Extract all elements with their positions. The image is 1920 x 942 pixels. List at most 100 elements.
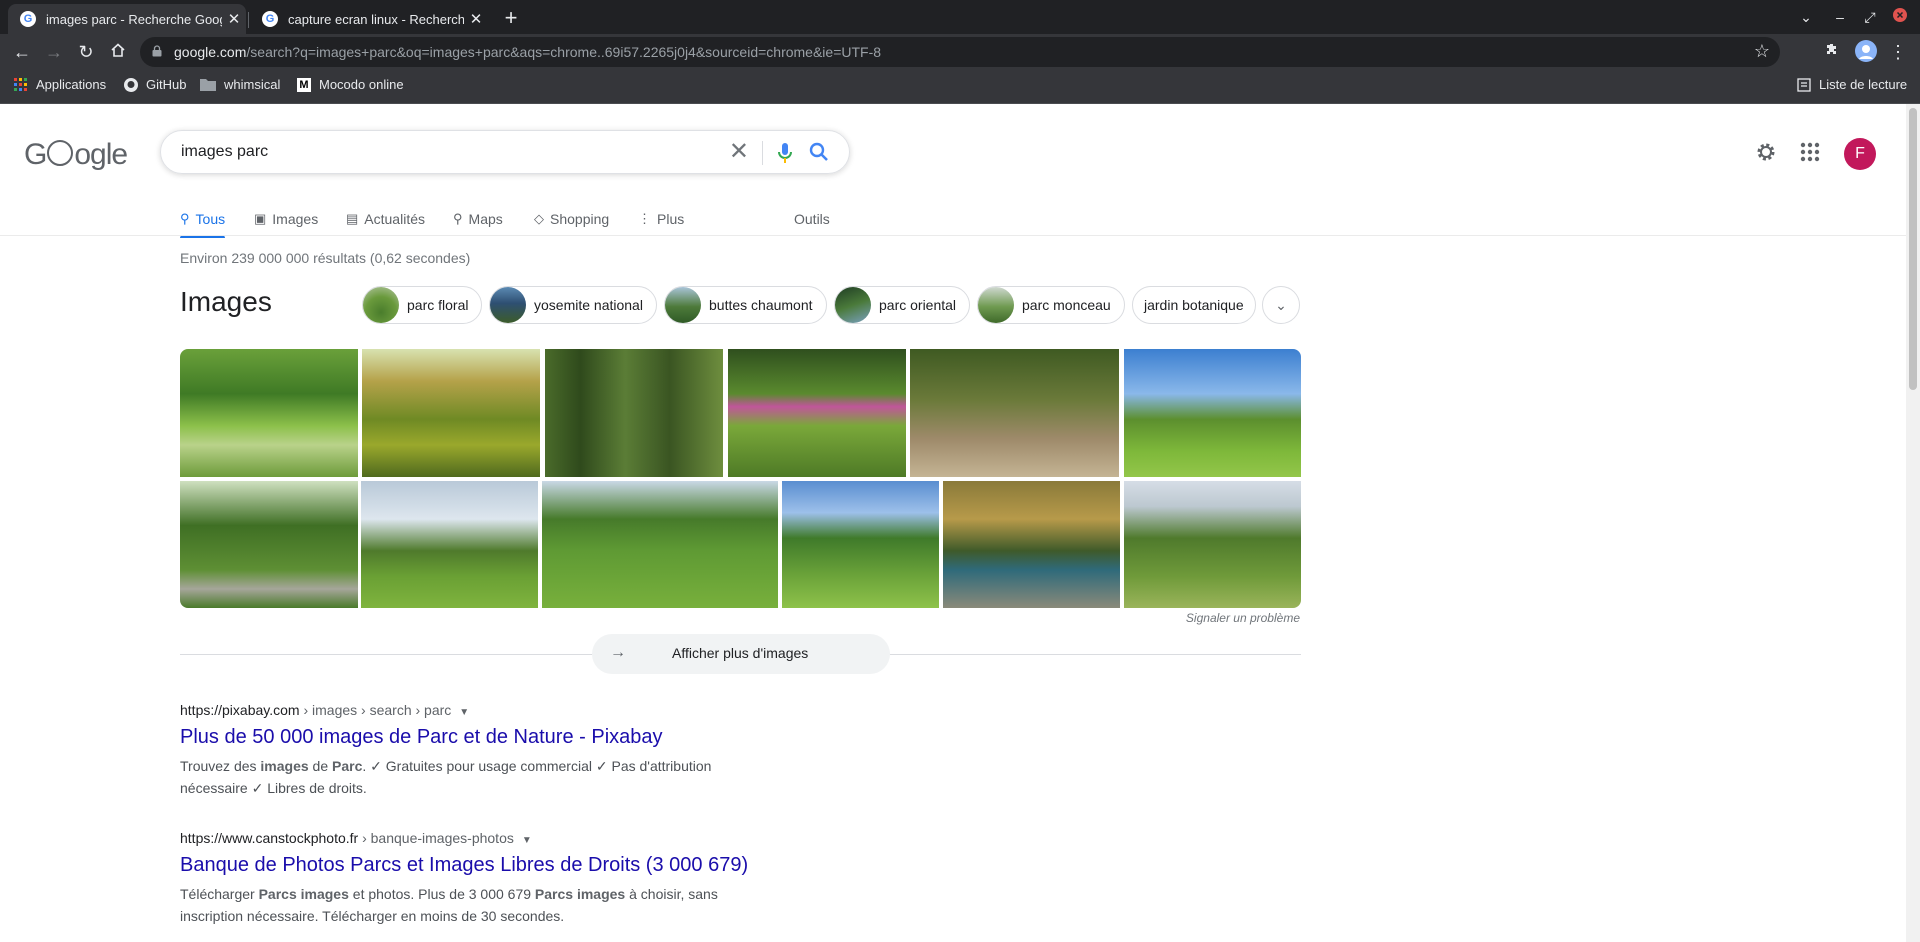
image-result-1[interactable] xyxy=(180,349,358,477)
image-result-3[interactable] xyxy=(545,349,723,477)
image-result-10[interactable] xyxy=(782,481,939,608)
reload-icon[interactable]: ↻ xyxy=(74,40,98,64)
caret-down-icon[interactable]: ▼ xyxy=(459,707,469,718)
bookmark-label: GitHub xyxy=(146,77,187,92)
microphone-icon[interactable] xyxy=(777,142,793,164)
tab-all[interactable]: ⚲ Tous xyxy=(180,204,226,238)
chip-jardin-botanique[interactable]: jardin botanique xyxy=(1132,286,1256,324)
search-result: https://pixabay.com › images › search › … xyxy=(180,702,780,799)
bookmark-mocodo[interactable]: M Mocodo online xyxy=(297,77,404,92)
search-icon: ⚲ xyxy=(180,211,190,226)
caret-down-icon[interactable]: ▼ xyxy=(522,835,532,846)
map-pin-icon: ⚲ xyxy=(453,211,463,226)
forward-icon[interactable]: → xyxy=(42,40,66,64)
result-url[interactable]: https://www.canstockphoto.fr › banque-im… xyxy=(180,830,780,846)
apps-grid-icon xyxy=(14,77,27,91)
search-box[interactable]: images parc ✕ xyxy=(160,130,850,174)
page-scrollbar[interactable] xyxy=(1906,104,1920,942)
chip-parc-oriental[interactable]: parc oriental xyxy=(834,286,971,324)
chip-thumbnail xyxy=(978,287,1014,323)
folder-icon xyxy=(200,79,216,91)
show-more-images-button[interactable]: → Afficher plus d'images xyxy=(592,634,890,674)
image-result-11[interactable] xyxy=(943,481,1120,608)
chip-buttes-chaumont[interactable]: buttes chaumont xyxy=(664,286,827,324)
result-snippet: Télécharger Parcs images et photos. Plus… xyxy=(180,886,718,924)
address-url: google.com/search?q=images+parc&oq=image… xyxy=(174,44,882,60)
account-avatar[interactable]: F xyxy=(1844,138,1876,170)
tab-divider xyxy=(248,12,249,28)
bookmark-star-icon[interactable]: ☆ xyxy=(1754,41,1770,62)
news-icon: ▤ xyxy=(346,211,359,226)
tab-shopping[interactable]: ◇ Shopping xyxy=(534,204,609,234)
chip-parc-monceau[interactable]: parc monceau xyxy=(977,286,1125,324)
search-input[interactable]: images parc xyxy=(181,143,268,161)
tab-maps[interactable]: ⚲ Maps xyxy=(453,204,503,234)
back-icon[interactable]: ← xyxy=(10,40,34,64)
nav-divider xyxy=(0,235,1906,236)
tab-title: images parc - Recherche Google xyxy=(46,11,222,27)
bookmark-applications[interactable]: Applications xyxy=(14,77,106,92)
image-result-8[interactable] xyxy=(361,481,538,608)
image-result-7[interactable] xyxy=(180,481,358,608)
image-result-5[interactable] xyxy=(910,349,1119,477)
home-icon[interactable] xyxy=(106,40,130,64)
google-favicon-icon: G xyxy=(262,11,278,27)
address-bar[interactable]: google.com/search?q=images+parc&oq=image… xyxy=(140,37,1780,67)
restore-icon[interactable]: ⤢ xyxy=(1859,6,1881,28)
search-icon[interactable] xyxy=(809,142,829,162)
result-title-link[interactable]: Plus de 50 000 images de Parc et de Natu… xyxy=(180,726,780,749)
chip-thumbnail xyxy=(490,287,526,323)
image-result-4[interactable] xyxy=(728,349,906,477)
chip-parc-floral[interactable]: parc floral xyxy=(362,286,483,324)
minimize-icon[interactable]: – xyxy=(1829,6,1851,28)
scrollbar-thumb[interactable] xyxy=(1909,108,1917,390)
tools-button[interactable]: Outils xyxy=(794,204,830,234)
close-tab-icon[interactable]: ✕ xyxy=(222,10,246,28)
result-url[interactable]: https://pixabay.com › images › search › … xyxy=(180,702,780,718)
images-section-heading: Images xyxy=(180,286,272,317)
report-problem-link[interactable]: Signaler un problème xyxy=(1186,611,1300,625)
bookmark-whimsical[interactable]: whimsical xyxy=(200,77,280,92)
tab-more[interactable]: ⋮ Plus xyxy=(638,204,684,234)
settings-gear-icon[interactable] xyxy=(1754,140,1778,164)
clear-search-icon[interactable]: ✕ xyxy=(729,140,749,164)
result-stats: Environ 239 000 000 résultats (0,62 seco… xyxy=(180,250,471,266)
arrow-right-icon: → xyxy=(610,644,626,661)
bookmark-label: Mocodo online xyxy=(319,77,404,92)
github-icon xyxy=(124,77,138,92)
reading-list-icon xyxy=(1797,77,1811,92)
chip-thumbnail xyxy=(835,287,871,323)
browser-tab[interactable]: G capture ecran linux - Recherche Google… xyxy=(250,4,488,34)
tab-strip: G images parc - Recherche Google ✕ G cap… xyxy=(0,0,1920,34)
browser-tab-active[interactable]: G images parc - Recherche Google ✕ xyxy=(8,4,246,34)
image-result-6[interactable] xyxy=(1124,349,1301,477)
tab-images[interactable]: ▣ Images xyxy=(254,204,318,234)
bookmarks-bar: Applications GitHub whimsical M Mocodo o… xyxy=(0,70,1920,104)
google-doodle-logo[interactable]: Gogle xyxy=(24,138,128,172)
chip-thumbnail xyxy=(665,287,701,323)
result-title-link[interactable]: Banque de Photos Parcs et Images Libres … xyxy=(180,854,780,877)
show-more-images-label: Afficher plus d'images xyxy=(672,645,809,661)
google-apps-icon[interactable] xyxy=(1800,142,1820,162)
tab-search-icon[interactable]: ⌄ xyxy=(1795,6,1817,28)
browser-toolbar: ← → ↻ google.com/search?q=images+parc&oq… xyxy=(0,34,1920,70)
mocodo-logo-icon: M xyxy=(297,77,311,92)
extensions-icon[interactable] xyxy=(1820,40,1844,64)
chip-yosemite-national[interactable]: yosemite national xyxy=(489,286,657,324)
image-result-2[interactable] xyxy=(362,349,540,477)
new-tab-button[interactable]: + xyxy=(498,5,524,31)
bookmark-github[interactable]: GitHub xyxy=(124,77,186,92)
profile-icon[interactable] xyxy=(1854,40,1878,64)
close-tab-icon[interactable]: ✕ xyxy=(464,10,488,28)
reading-list-button[interactable]: Liste de lecture xyxy=(1797,77,1907,92)
more-vert-icon: ⋮ xyxy=(638,211,651,226)
menu-kebab-icon[interactable]: ⋮ xyxy=(1886,40,1910,64)
window-close-icon[interactable] xyxy=(1889,6,1911,28)
chip-thumbnail xyxy=(363,287,399,323)
tab-news[interactable]: ▤ Actualités xyxy=(346,204,425,234)
image-result-12[interactable] xyxy=(1124,481,1301,608)
search-result: https://www.canstockphoto.fr › banque-im… xyxy=(180,830,780,927)
chevron-down-icon[interactable]: ⌄ xyxy=(1262,286,1300,324)
image-result-9[interactable] xyxy=(542,481,778,608)
image-icon: ▣ xyxy=(254,211,267,226)
